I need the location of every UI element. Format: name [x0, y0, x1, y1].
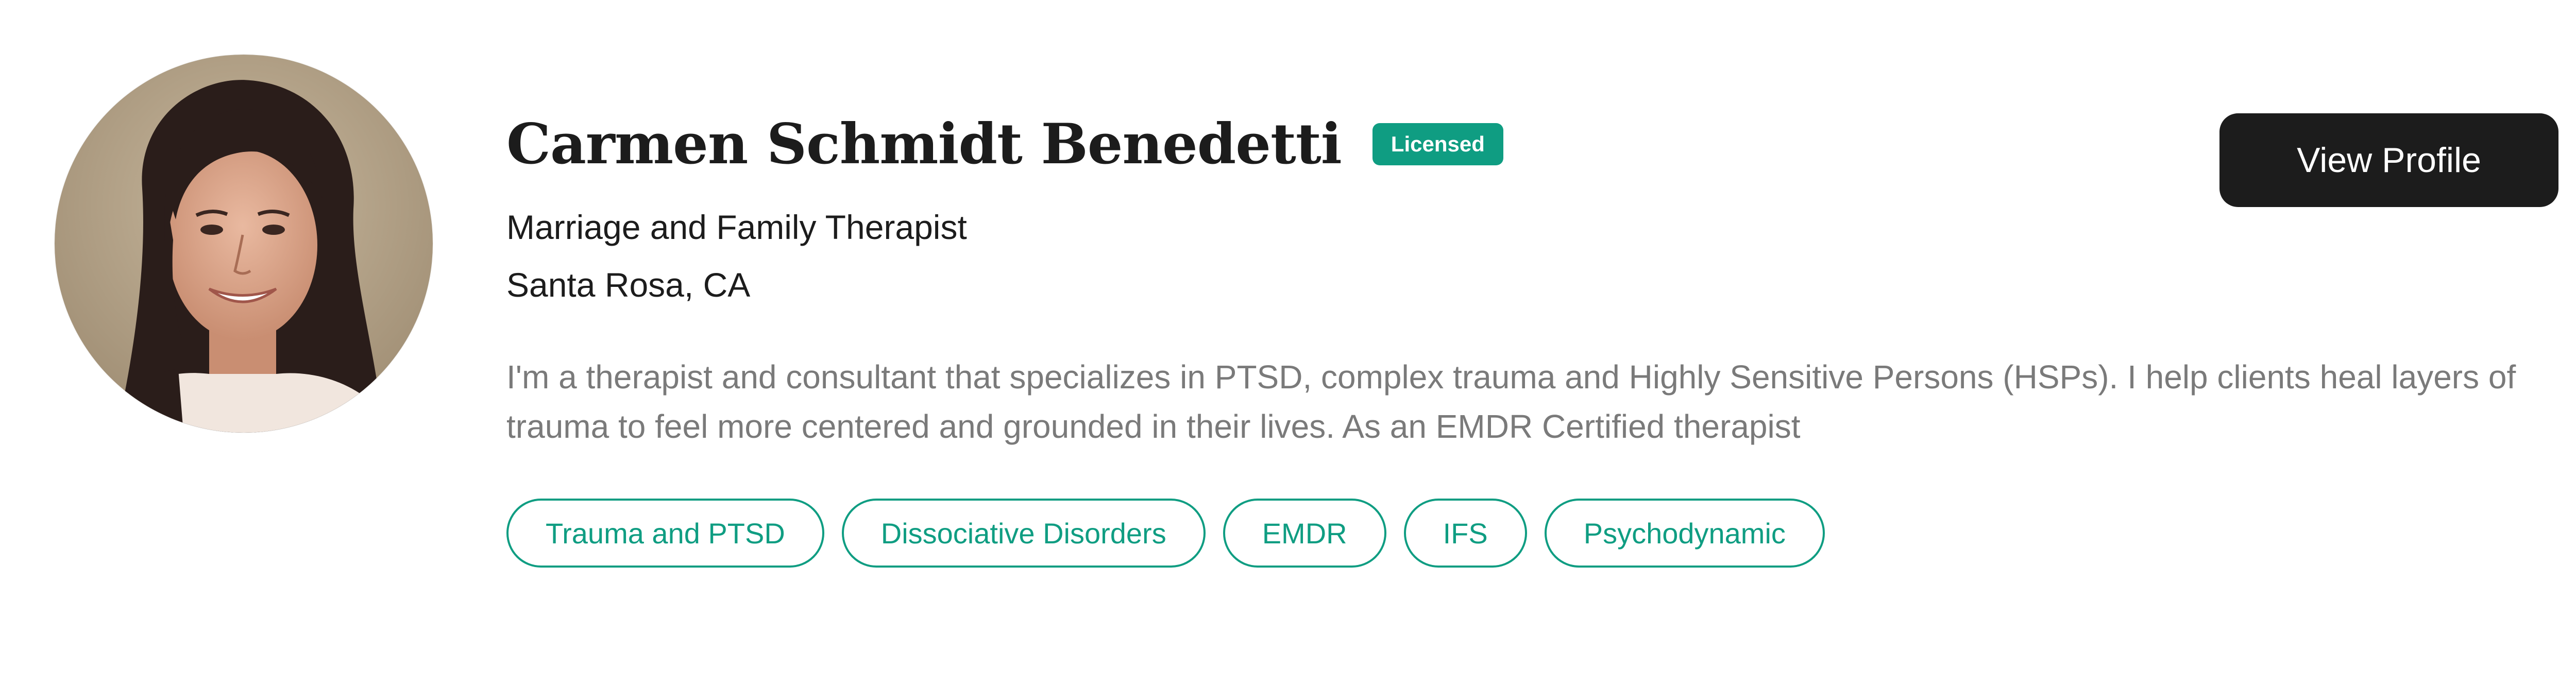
specialty-tags: Trauma and PTSD Dissociative Disorders E…: [506, 499, 2541, 568]
specialty-tag[interactable]: IFS: [1403, 499, 1527, 568]
therapist-avatar[interactable]: [55, 55, 433, 433]
avatar-photo-icon: [55, 55, 433, 433]
specialty-tag[interactable]: Trauma and PTSD: [506, 499, 824, 568]
therapist-location: Santa Rosa, CA: [506, 266, 751, 304]
therapist-card: Carmen Schmidt Benedetti Licensed Marria…: [0, 0, 2576, 685]
therapist-title: Marriage and Family Therapist: [506, 208, 967, 246]
therapist-name[interactable]: Carmen Schmidt Benedetti: [506, 116, 1342, 172]
specialty-tag[interactable]: Dissociative Disorders: [841, 499, 1206, 568]
view-profile-button[interactable]: View Profile: [2219, 113, 2558, 207]
therapist-bio: I'm a therapist and consultant that spec…: [506, 358, 2516, 445]
specialty-tag[interactable]: EMDR: [1223, 499, 1386, 568]
licensed-badge: Licensed: [1372, 123, 1503, 165]
specialty-tag[interactable]: Psychodynamic: [1544, 499, 1825, 568]
